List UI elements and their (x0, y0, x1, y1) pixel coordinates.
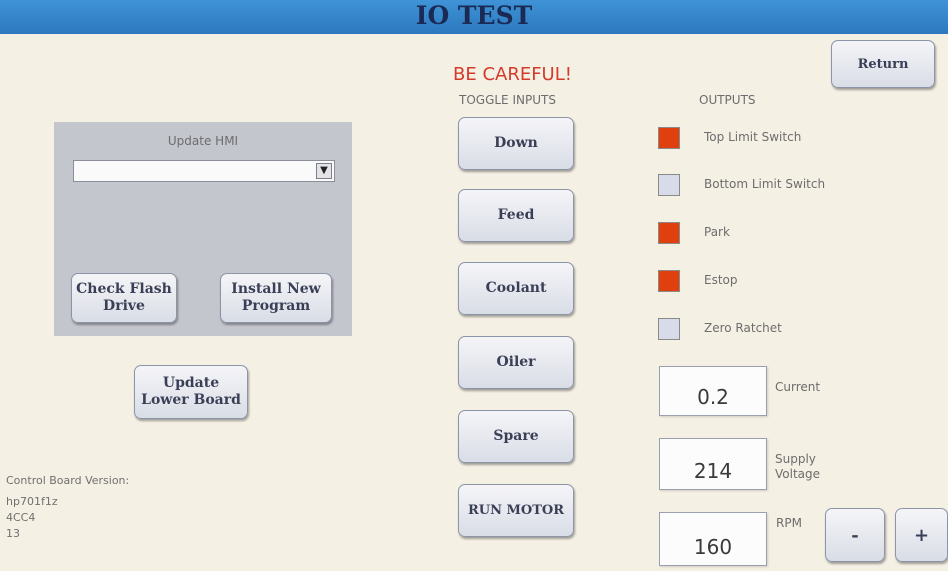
supply-voltage-label: Supply Voltage (775, 452, 821, 481)
top-limit-switch-label: Top Limit Switch (704, 130, 802, 144)
current-readout: 0.2 (659, 366, 767, 416)
current-label: Current (775, 380, 821, 394)
toggle-inputs-heading: TOGGLE INPUTS (459, 93, 556, 107)
zero-ratchet-indicator (658, 318, 680, 340)
rpm-readout: 160 (659, 512, 767, 566)
io-test-screen: Return BE CAREFUL! Update HMI ▼ Check Fl… (6, 34, 948, 571)
toggle-oiler-button[interactable]: Oiler (458, 336, 574, 389)
toggle-feed-button[interactable]: Feed (458, 189, 574, 242)
bottom-limit-switch-label: Bottom Limit Switch (704, 177, 826, 191)
estop-indicator (658, 270, 680, 292)
update-lower-board-button[interactable]: Update Lower Board (134, 365, 248, 419)
warning-text: BE CAREFUL! (453, 64, 572, 85)
version-line-2: 4CC4 (6, 511, 36, 524)
window-title: IO TEST (415, 1, 533, 30)
run-motor-button[interactable]: RUN MOTOR (458, 484, 574, 537)
rpm-decrease-button[interactable]: - (825, 508, 885, 562)
park-indicator (658, 222, 680, 244)
supply-voltage-readout: 214 (659, 438, 767, 490)
bottom-limit-switch-indicator (658, 174, 680, 196)
version-heading: Control Board Version: (6, 474, 130, 487)
return-button[interactable]: Return (831, 40, 935, 88)
title-bar: IO TEST (0, 0, 948, 34)
estop-label: Estop (704, 273, 738, 287)
version-line-1: hp701f1z (6, 495, 58, 508)
top-limit-switch-indicator (658, 127, 680, 149)
rpm-label: RPM (776, 516, 802, 530)
zero-ratchet-label: Zero Ratchet (704, 321, 782, 335)
version-line-3: 13 (6, 527, 20, 540)
chevron-down-icon[interactable]: ▼ (316, 163, 332, 179)
toggle-coolant-button[interactable]: Coolant (458, 262, 574, 315)
toggle-down-button[interactable]: Down (458, 117, 574, 170)
rpm-increase-button[interactable]: + (895, 508, 948, 562)
toggle-spare-button[interactable]: Spare (458, 410, 574, 463)
park-label: Park (704, 225, 730, 239)
install-new-program-button[interactable]: Install New Program (220, 273, 332, 323)
update-hmi-title: Update HMI (167, 134, 239, 148)
outputs-heading: OUTPUTS (699, 93, 756, 107)
update-hmi-panel: Update HMI ▼ Check Flash Drive Install N… (54, 122, 352, 336)
check-flash-drive-button[interactable]: Check Flash Drive (71, 273, 177, 323)
update-hmi-dropdown[interactable]: ▼ (73, 160, 335, 182)
